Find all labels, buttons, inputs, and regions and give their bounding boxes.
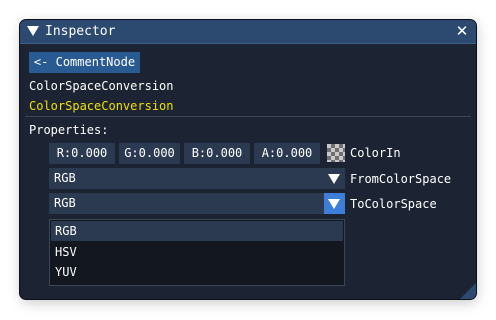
to-color-space-combo[interactable]: RGB [49, 193, 345, 214]
title-bar[interactable]: Inspector ✕ [20, 20, 476, 44]
from-color-space-combo[interactable]: RGB [49, 168, 345, 189]
to-color-space-value: RGB [54, 196, 76, 210]
color-in-r-field[interactable]: R:0.000 [49, 143, 115, 164]
from-color-space-value: RGB [54, 171, 76, 185]
to-color-space-dropdown-list: RGB HSV YUV [49, 219, 345, 286]
dropdown-option-yuv[interactable]: YUV [51, 262, 343, 282]
chevron-down-icon [328, 199, 340, 209]
from-color-space-label: FromColorSpace [350, 172, 452, 186]
node-display-name: ColorSpaceConversion [29, 99, 174, 113]
window-title: Inspector [45, 24, 116, 39]
to-color-space-label: ToColorSpace [350, 197, 437, 211]
color-in-g-field[interactable]: G:0.000 [119, 143, 180, 164]
properties-label: Properties: [29, 123, 109, 137]
chevron-down-icon [328, 174, 340, 184]
close-icon[interactable]: ✕ [455, 24, 469, 39]
to-color-space-dropdown-button[interactable] [324, 193, 345, 214]
color-swatch-icon[interactable] [327, 144, 345, 162]
dropdown-option-rgb[interactable]: RGB [51, 221, 343, 241]
resize-grip-icon[interactable] [460, 283, 476, 299]
color-in-label: ColorIn [350, 146, 401, 160]
color-in-b-field[interactable]: B:0.000 [184, 143, 250, 164]
from-color-space-dropdown-button[interactable] [324, 168, 345, 189]
node-type-name: ColorSpaceConversion [29, 79, 174, 93]
collapse-triangle-icon[interactable] [27, 26, 39, 36]
separator [25, 116, 471, 117]
color-in-a-field[interactable]: A:0.000 [254, 143, 320, 164]
inspector-window: Inspector ✕ <- CommentNode ColorSpaceCon… [19, 19, 477, 300]
back-to-comment-node-button[interactable]: <- CommentNode [29, 52, 140, 73]
dropdown-option-hsv[interactable]: HSV [51, 242, 343, 262]
